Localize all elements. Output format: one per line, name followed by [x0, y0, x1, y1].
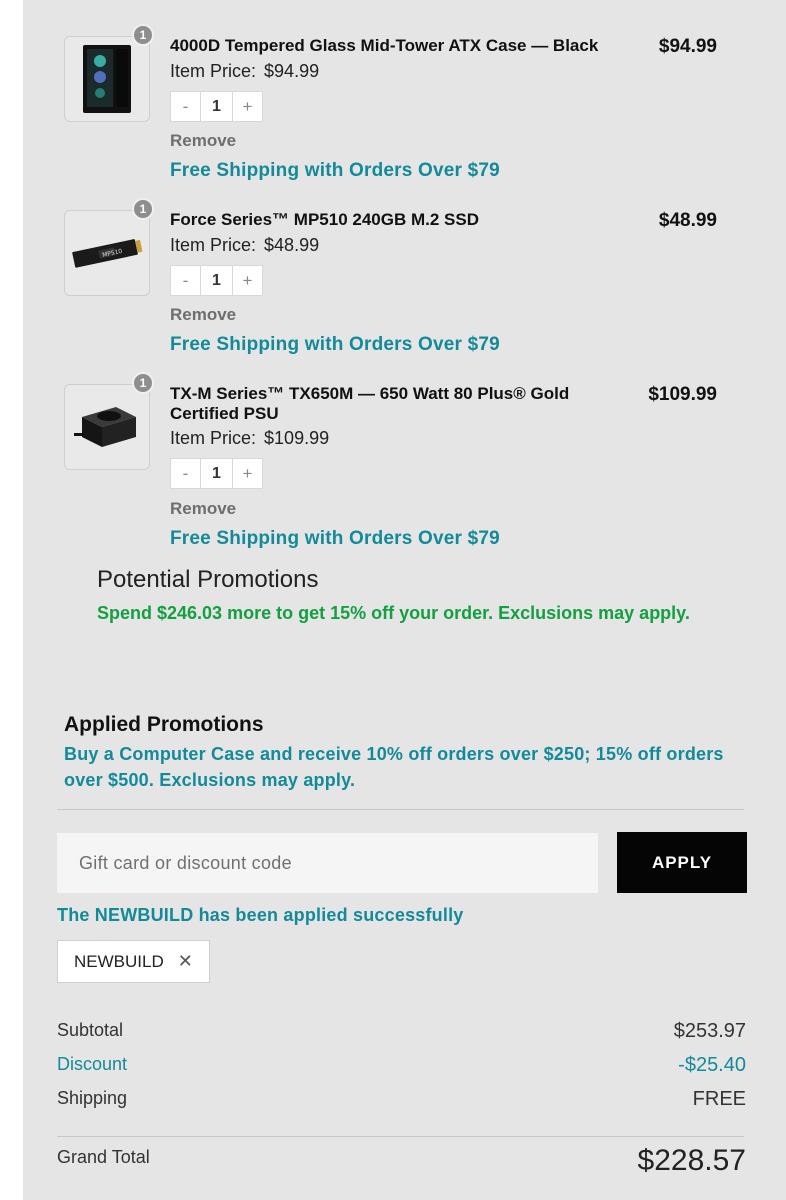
applied-code-chip: NEWBUILD ✕: [57, 940, 210, 983]
applied-code-label: NEWBUILD: [74, 951, 164, 971]
shipping-label: Shipping: [57, 1088, 128, 1108]
line-total: $109.99: [648, 384, 717, 405]
psu-icon: [74, 407, 136, 447]
product-thumbnail[interactable]: [64, 384, 150, 470]
subtotal-value: $253.97: [673, 1020, 746, 1042]
decrement-button[interactable]: -: [170, 265, 201, 296]
increment-button[interactable]: +: [232, 265, 263, 296]
remove-code-icon[interactable]: ✕: [178, 951, 193, 972]
item-price: Item Price: $48.99: [170, 235, 319, 256]
free-shipping-note: Free Shipping with Orders Over $79: [170, 160, 500, 181]
product-name[interactable]: 4000D Tempered Glass Mid-Tower ATX Case …: [170, 36, 650, 56]
quantity-stepper: - 1 +: [170, 458, 263, 489]
quantity-value[interactable]: 1: [201, 91, 232, 122]
product-name[interactable]: Force Series™ MP510 240GB M.2 SSD: [170, 210, 650, 230]
increment-button[interactable]: +: [232, 91, 263, 122]
quantity-value[interactable]: 1: [201, 265, 232, 296]
quantity-value[interactable]: 1: [201, 458, 232, 489]
shipping-row: Shipping FREE: [57, 1088, 746, 1111]
potential-promotion-message: Spend $246.03 more to get 15% off your o…: [97, 603, 690, 623]
apply-button[interactable]: APPLY: [617, 832, 747, 893]
divider: [57, 1136, 744, 1137]
potential-promotions-title: Potential Promotions: [97, 566, 319, 593]
free-shipping-note: Free Shipping with Orders Over $79: [170, 334, 500, 355]
discount-success-message: The NEWBUILD has been applied successful…: [57, 905, 464, 925]
item-price-value: $109.99: [264, 428, 330, 448]
remove-link[interactable]: Remove: [170, 499, 236, 519]
pc-case-icon: [83, 45, 131, 113]
decrement-button[interactable]: -: [170, 91, 201, 122]
line-total: $48.99: [658, 210, 717, 231]
discount-code-input[interactable]: [57, 833, 598, 893]
line-total: $94.99: [658, 36, 717, 57]
item-price-value: $48.99: [264, 235, 320, 255]
divider: [57, 809, 744, 810]
grand-total-value: $228.57: [637, 1144, 746, 1177]
applied-promotion-message: Buy a Computer Case and receive 10% off …: [64, 744, 724, 790]
increment-button[interactable]: +: [232, 458, 263, 489]
quantity-badge: 1: [132, 24, 154, 46]
remove-link[interactable]: Remove: [170, 305, 236, 325]
quantity-stepper: - 1 +: [170, 265, 263, 296]
cart-item: MP510 1 Force Series™ MP510 240GB M.2 SS…: [40, 198, 730, 370]
applied-promotions-title: Applied Promotions: [64, 713, 264, 736]
quantity-stepper: - 1 +: [170, 91, 263, 122]
discount-value: -$25.40: [678, 1054, 746, 1076]
subtotal-row: Subtotal $253.97: [57, 1020, 746, 1043]
item-price-label: Item Price:: [170, 61, 257, 81]
ssd-icon: MP510: [72, 239, 143, 268]
discount-row: Discount -$25.40: [57, 1054, 746, 1077]
item-price: Item Price: $109.99: [170, 428, 329, 449]
product-name[interactable]: TX-M Series™ TX650M — 650 Watt 80 Plus® …: [170, 384, 630, 424]
grand-total-label: Grand Total: [57, 1147, 150, 1167]
item-price-label: Item Price:: [170, 235, 257, 255]
subtotal-label: Subtotal: [57, 1020, 124, 1040]
item-price-value: $94.99: [264, 61, 320, 81]
product-thumbnail[interactable]: [64, 36, 150, 122]
free-shipping-note: Free Shipping with Orders Over $79: [170, 528, 500, 549]
shipping-value: FREE: [692, 1088, 746, 1110]
cart-item: 1 TX-M Series™ TX650M — 650 Watt 80 Plus…: [40, 372, 730, 554]
item-price-label: Item Price:: [170, 428, 257, 448]
cart-item: 1 4000D Tempered Glass Mid-Tower ATX Cas…: [40, 24, 730, 196]
remove-link[interactable]: Remove: [170, 131, 236, 151]
quantity-badge: 1: [132, 198, 154, 220]
quantity-badge: 1: [132, 372, 154, 394]
item-price: Item Price: $94.99: [170, 61, 319, 82]
discount-label: Discount: [57, 1054, 128, 1074]
product-thumbnail[interactable]: MP510: [64, 210, 150, 296]
decrement-button[interactable]: -: [170, 458, 201, 489]
